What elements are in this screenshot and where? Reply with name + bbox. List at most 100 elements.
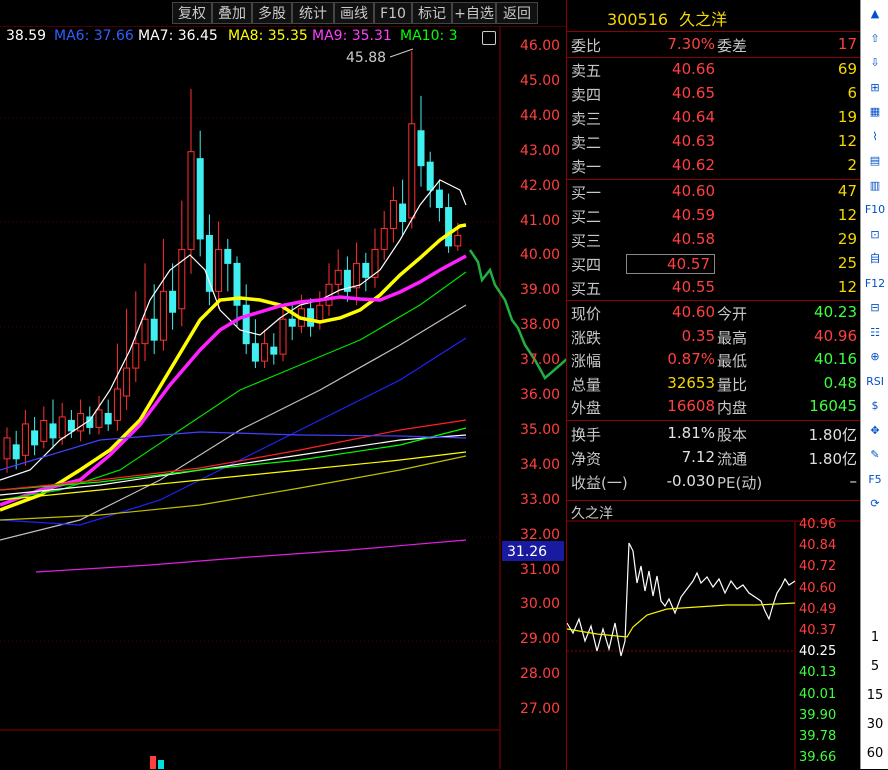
candle [150,318,158,341]
right-tool-icon-1[interactable]: ⇧ [864,29,886,49]
price-tick: 37.00 [520,352,561,369]
period-button-60[interactable]: 60 [861,746,888,761]
legend-settings-icon[interactable] [482,31,496,45]
right-tool-icon-5[interactable]: ⌇ [864,127,886,147]
ma-legend-item: MA9: 35.31 [312,28,392,44]
quote-panel: 300516 久之洋 委比 7.30% 委差 17 卖五 40.66 69 卖四 40.… [566,0,861,500]
right-tool-icon-11[interactable]: F12 [864,274,886,294]
price-tick: 35.00 [520,421,561,438]
stats-row: 总量 32653 量比 0.48 [571,373,857,394]
toolbar-button-0[interactable]: 复权 [172,2,212,24]
intraday-tick: 40.37 [799,623,837,638]
candle [58,416,66,439]
candle [21,423,29,456]
toolbar-button-4[interactable]: 画线 [334,2,374,24]
price-tick: 45.00 [520,72,561,89]
intraday-tick: 39.66 [799,750,837,766]
candle [49,423,57,439]
right-tool-icon-18[interactable]: ✎ [864,445,886,465]
stock-title: 300516 久之洋 [607,6,727,30]
candle [399,203,407,223]
stock-code: 300516 [607,10,669,29]
ma-legend-item: MA10: 3 [400,28,458,44]
toolbar-button-5[interactable]: F10 [374,2,412,24]
right-tool-icon-2[interactable]: ⇩ [864,53,886,73]
quote-row: 卖五 40.66 69 [571,60,857,80]
right-tool-icon-10[interactable]: 自 [864,249,886,269]
price-tick: 43.00 [520,142,561,159]
candle [389,200,397,229]
stats-row: 涨跌 0.35 最高 40.96 [571,326,857,347]
period-button-5[interactable]: 5 [861,659,888,674]
stock-app: 45.88 31.26 复权 叠加 多股 统计 画线 F10 标记 +自选 返回 38.59 MA… [0,0,888,770]
right-tool-icon-9[interactable]: ⊡ [864,225,886,245]
candle [307,308,315,327]
ma-legend-item: MA6: 37.66 [54,28,134,44]
candle [67,419,75,432]
candle [95,409,103,428]
candle [40,419,48,442]
right-tool-icon-4[interactable]: ▦ [864,102,886,122]
kline-chart[interactable]: 45.88 31.26 [0,0,566,769]
candle [132,343,140,369]
price-tick: 31.00 [520,561,561,578]
toolbar-button-7[interactable]: +自选 [452,2,496,24]
intraday-tick: 40.72 [799,559,837,575]
toolbar-button-8[interactable]: 返回 [496,2,538,24]
candle [169,290,177,313]
period-button-15[interactable]: 15 [861,688,888,703]
stats-row: 外盘 16608 内盘 16045 [571,397,857,417]
price-tick: 33.00 [520,491,561,508]
ma-legend-item: MA8: 35.35 [228,28,308,44]
high-price-label: 45.88 [346,50,386,66]
candle [224,248,232,264]
toolbar-button-2[interactable]: 多股 [252,2,292,24]
right-tool-icon-6[interactable]: ▤ [864,151,886,171]
quote-row: 卖二 40.63 12 [571,132,857,152]
weibi-row: 委比 7.30% 委差 17 [571,35,857,55]
candle [104,412,112,425]
right-tool-icon-15[interactable]: RSI [864,372,886,392]
right-tool-icon-17[interactable]: ✥ [864,421,886,441]
candle [353,262,361,289]
price-tick: 40.00 [520,247,561,264]
price-tick: 42.00 [520,177,561,194]
period-button-30[interactable]: 30 [861,717,888,732]
right-tool-icon-20[interactable]: ⟳ [864,494,886,514]
price-tick: 44.00 [520,107,561,124]
intraday-tick: 40.25 [799,644,837,660]
price-tick: 27.00 [520,701,561,718]
right-tool-icon-19[interactable]: F5 [864,470,886,490]
stock-name: 久之洋 [679,10,728,29]
intraday-panel: 久之洋 40.96 40.84 40.72 40.60 40.49 40.37 40.25 4… [566,500,861,770]
candle [288,318,296,327]
price-tick: 30.00 [520,596,561,613]
right-tool-icon-3[interactable]: ⊞ [864,78,886,98]
toolbar-button-1[interactable]: 叠加 [212,2,252,24]
right-tool-icon-14[interactable]: ⊕ [864,347,886,367]
right-tool-icon-12[interactable]: ⊟ [864,298,886,318]
right-tool-icon-13[interactable]: ☷ [864,323,886,343]
toolbar-button-3[interactable]: 统计 [292,2,334,24]
right-tool-icon-16[interactable]: $ [864,396,886,416]
intraday-tick: 40.49 [799,601,837,617]
quote-row: 卖三 40.64 19 [571,108,857,128]
quote-row: 买三 40.58 29 [571,230,857,250]
candle [196,158,204,240]
quote-row: 买四 40.57 25 [571,254,857,274]
price-tick: 34.00 [520,456,561,473]
candle [3,437,11,460]
candle [123,367,131,397]
toolbar-button-6[interactable]: 标记 [412,2,452,24]
period-button-1[interactable]: 1 [861,630,888,645]
stats-row: 现价 40.60 今开 40.23 [571,303,857,323]
candle [334,269,342,285]
right-tool-icon-0[interactable]: ▲ [864,4,886,24]
candle [261,343,269,362]
right-tool-icon-8[interactable]: F10 [864,200,886,220]
right-tool-icon-7[interactable]: ▥ [864,176,886,196]
quote-row: 卖一 40.62 2 [571,156,857,176]
candle [178,248,186,310]
candle [380,227,388,250]
candle [31,430,39,446]
